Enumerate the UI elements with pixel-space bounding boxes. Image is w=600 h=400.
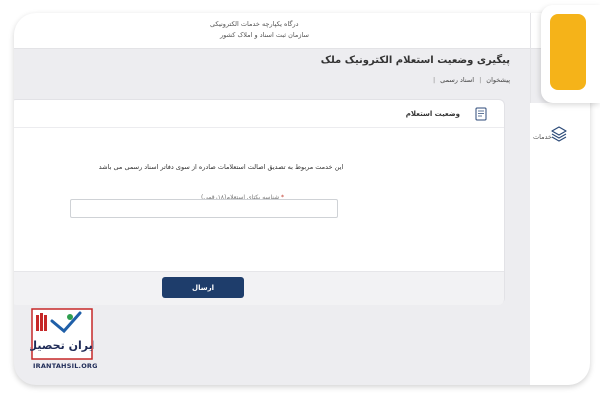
breadcrumb-separator: |	[432, 76, 436, 84]
document-icon	[475, 107, 487, 121]
card-footer	[14, 271, 504, 305]
app-window: درگاه یکپارچه خدمات الکترونیکی سازمان ثب…	[14, 13, 590, 385]
page-title: پیگیری وضعیت استعلام الکترونیک ملک	[320, 55, 510, 66]
organization-name: سازمان ثبت اسناد و املاک کشور	[220, 31, 309, 39]
accent-badge	[550, 14, 586, 90]
breadcrumb: پیشخوان | اسناد رسمی |	[433, 76, 510, 84]
service-description: این خدمت مربوط به تصدیق اصالت استعلامات …	[98, 163, 344, 171]
portal-title: درگاه یکپارچه خدمات الکترونیکی	[210, 20, 299, 28]
inquiry-status-card: وضعیت استعلام این خدمت مربوط به تصدیق اص…	[14, 99, 505, 305]
svg-text:ایران تحصیل: ایران تحصیل	[30, 339, 94, 352]
breadcrumb-item-official-documents[interactable]: اسناد رسمی	[440, 76, 474, 84]
irantahsil-logo: ایران تحصیل	[30, 308, 94, 360]
watermark-caption: IRANTAHSIL.ORG	[33, 362, 98, 370]
breadcrumb-item-dashboard[interactable]: پیشخوان	[486, 76, 510, 84]
submit-button[interactable]: ارسال	[162, 277, 244, 298]
inquiry-id-input[interactable]	[70, 199, 338, 218]
breadcrumb-separator: |	[479, 76, 482, 84]
sidebar	[530, 103, 590, 385]
card-header: وضعیت استعلام	[14, 100, 504, 128]
layers-icon[interactable]	[550, 125, 568, 143]
header-bar: درگاه یکپارچه خدمات الکترونیکی سازمان ثب…	[14, 13, 590, 49]
sidebar-item-services[interactable]: خدمات	[533, 133, 552, 141]
card-title: وضعیت استعلام	[405, 110, 460, 118]
